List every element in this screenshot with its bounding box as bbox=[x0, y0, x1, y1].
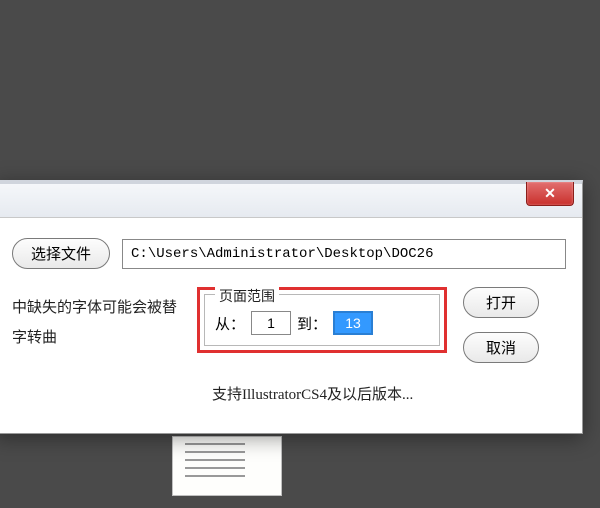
page-range-legend: 页面范围 bbox=[215, 286, 279, 306]
background-page-thumbnail bbox=[172, 436, 282, 496]
from-label: 从： bbox=[215, 313, 245, 334]
choose-file-button[interactable]: 选择文件 bbox=[12, 238, 110, 269]
file-open-dialog: ✕ 选择文件 中缺失的字体可能会被替 字转曲 页面范围 从： 到： bbox=[0, 180, 583, 434]
action-buttons: 打开 取消 bbox=[463, 287, 539, 363]
hint-line-1: 中缺失的字体可能会被替 bbox=[12, 293, 187, 323]
page-range-group: 页面范围 从： 到： bbox=[204, 294, 440, 346]
from-input[interactable] bbox=[251, 311, 291, 335]
cancel-button[interactable]: 取消 bbox=[463, 332, 539, 363]
file-row: 选择文件 bbox=[12, 238, 566, 269]
content-row: 中缺失的字体可能会被替 字转曲 页面范围 从： 到： 打开 取消 bbox=[12, 287, 566, 363]
footer-note: 支持IllustratorCS4及以后版本... bbox=[212, 383, 566, 404]
dialog-title-bar: ✕ bbox=[0, 184, 582, 218]
dialog-body: 选择文件 中缺失的字体可能会被替 字转曲 页面范围 从： 到： bbox=[0, 218, 582, 414]
to-input[interactable] bbox=[333, 311, 373, 335]
file-path-input[interactable] bbox=[122, 239, 566, 269]
close-icon: ✕ bbox=[544, 185, 556, 201]
hint-line-2: 字转曲 bbox=[12, 323, 187, 353]
page-range-fields: 从： 到： bbox=[215, 311, 429, 335]
open-button[interactable]: 打开 bbox=[463, 287, 539, 318]
close-button[interactable]: ✕ bbox=[526, 182, 574, 206]
to-label: 到： bbox=[297, 313, 327, 334]
page-range-highlight: 页面范围 从： 到： bbox=[197, 287, 447, 353]
font-hint-text: 中缺失的字体可能会被替 字转曲 bbox=[12, 287, 187, 353]
